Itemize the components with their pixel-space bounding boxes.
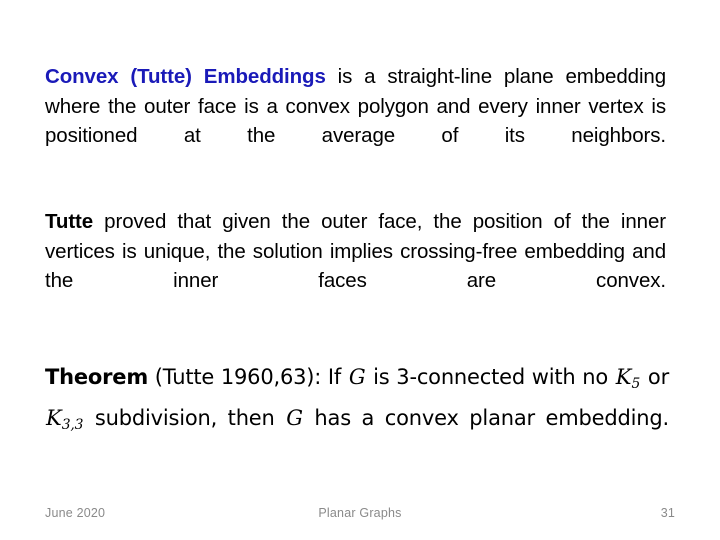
- paragraph-text: Convex (Tutte) Embeddings is a straight-…: [45, 62, 666, 180]
- math-symbol-g-first: G: [348, 365, 366, 389]
- math-symbol-k33-subscript: 3,3: [61, 416, 84, 433]
- theorem-attribution: (Tutte 1960,63): If: [148, 365, 348, 389]
- theorem-block: Theorem (Tutte 1960,63): If G is 3-conne…: [45, 360, 669, 476]
- math-symbol-k33-base: K: [46, 405, 62, 430]
- theorem-clause-one: is 3-connected with no: [366, 365, 615, 389]
- paragraph-tutte-proof: Tutte proved that given the outer face, …: [45, 207, 666, 325]
- slide-canvas: Convex (Tutte) Embeddings is a straight-…: [0, 0, 720, 540]
- math-symbol-k5: K5: [615, 365, 641, 392]
- theorem-label: Theorem: [45, 365, 149, 389]
- term-convex-tutte-embeddings: Convex (Tutte) Embeddings: [45, 65, 326, 88]
- footer-page-number: 31: [660, 506, 675, 520]
- paragraph-2-body: proved that given the outer face, the po…: [45, 210, 666, 292]
- math-symbol-k5-base: K: [615, 365, 632, 389]
- theorem-statement: Theorem (Tutte 1960,63): If G is 3-conne…: [45, 360, 669, 476]
- theorem-clause-two: subdivision, then: [84, 405, 286, 430]
- math-symbol-g-second: G: [286, 405, 303, 430]
- theorem-conjunction: or: [641, 365, 669, 389]
- theorem-clause-three: has a convex planar embedding.: [303, 405, 669, 430]
- math-symbol-k33: K3,3: [45, 405, 84, 433]
- paragraph-convex-tutte-embeddings: Convex (Tutte) Embeddings is a straight-…: [45, 62, 666, 180]
- slide-footer: June 2020 Planar Graphs 31: [0, 503, 720, 527]
- term-tutte: Tutte: [45, 210, 94, 233]
- math-symbol-k5-subscript: 5: [631, 375, 641, 392]
- paragraph-text: Tutte proved that given the outer face, …: [45, 207, 666, 325]
